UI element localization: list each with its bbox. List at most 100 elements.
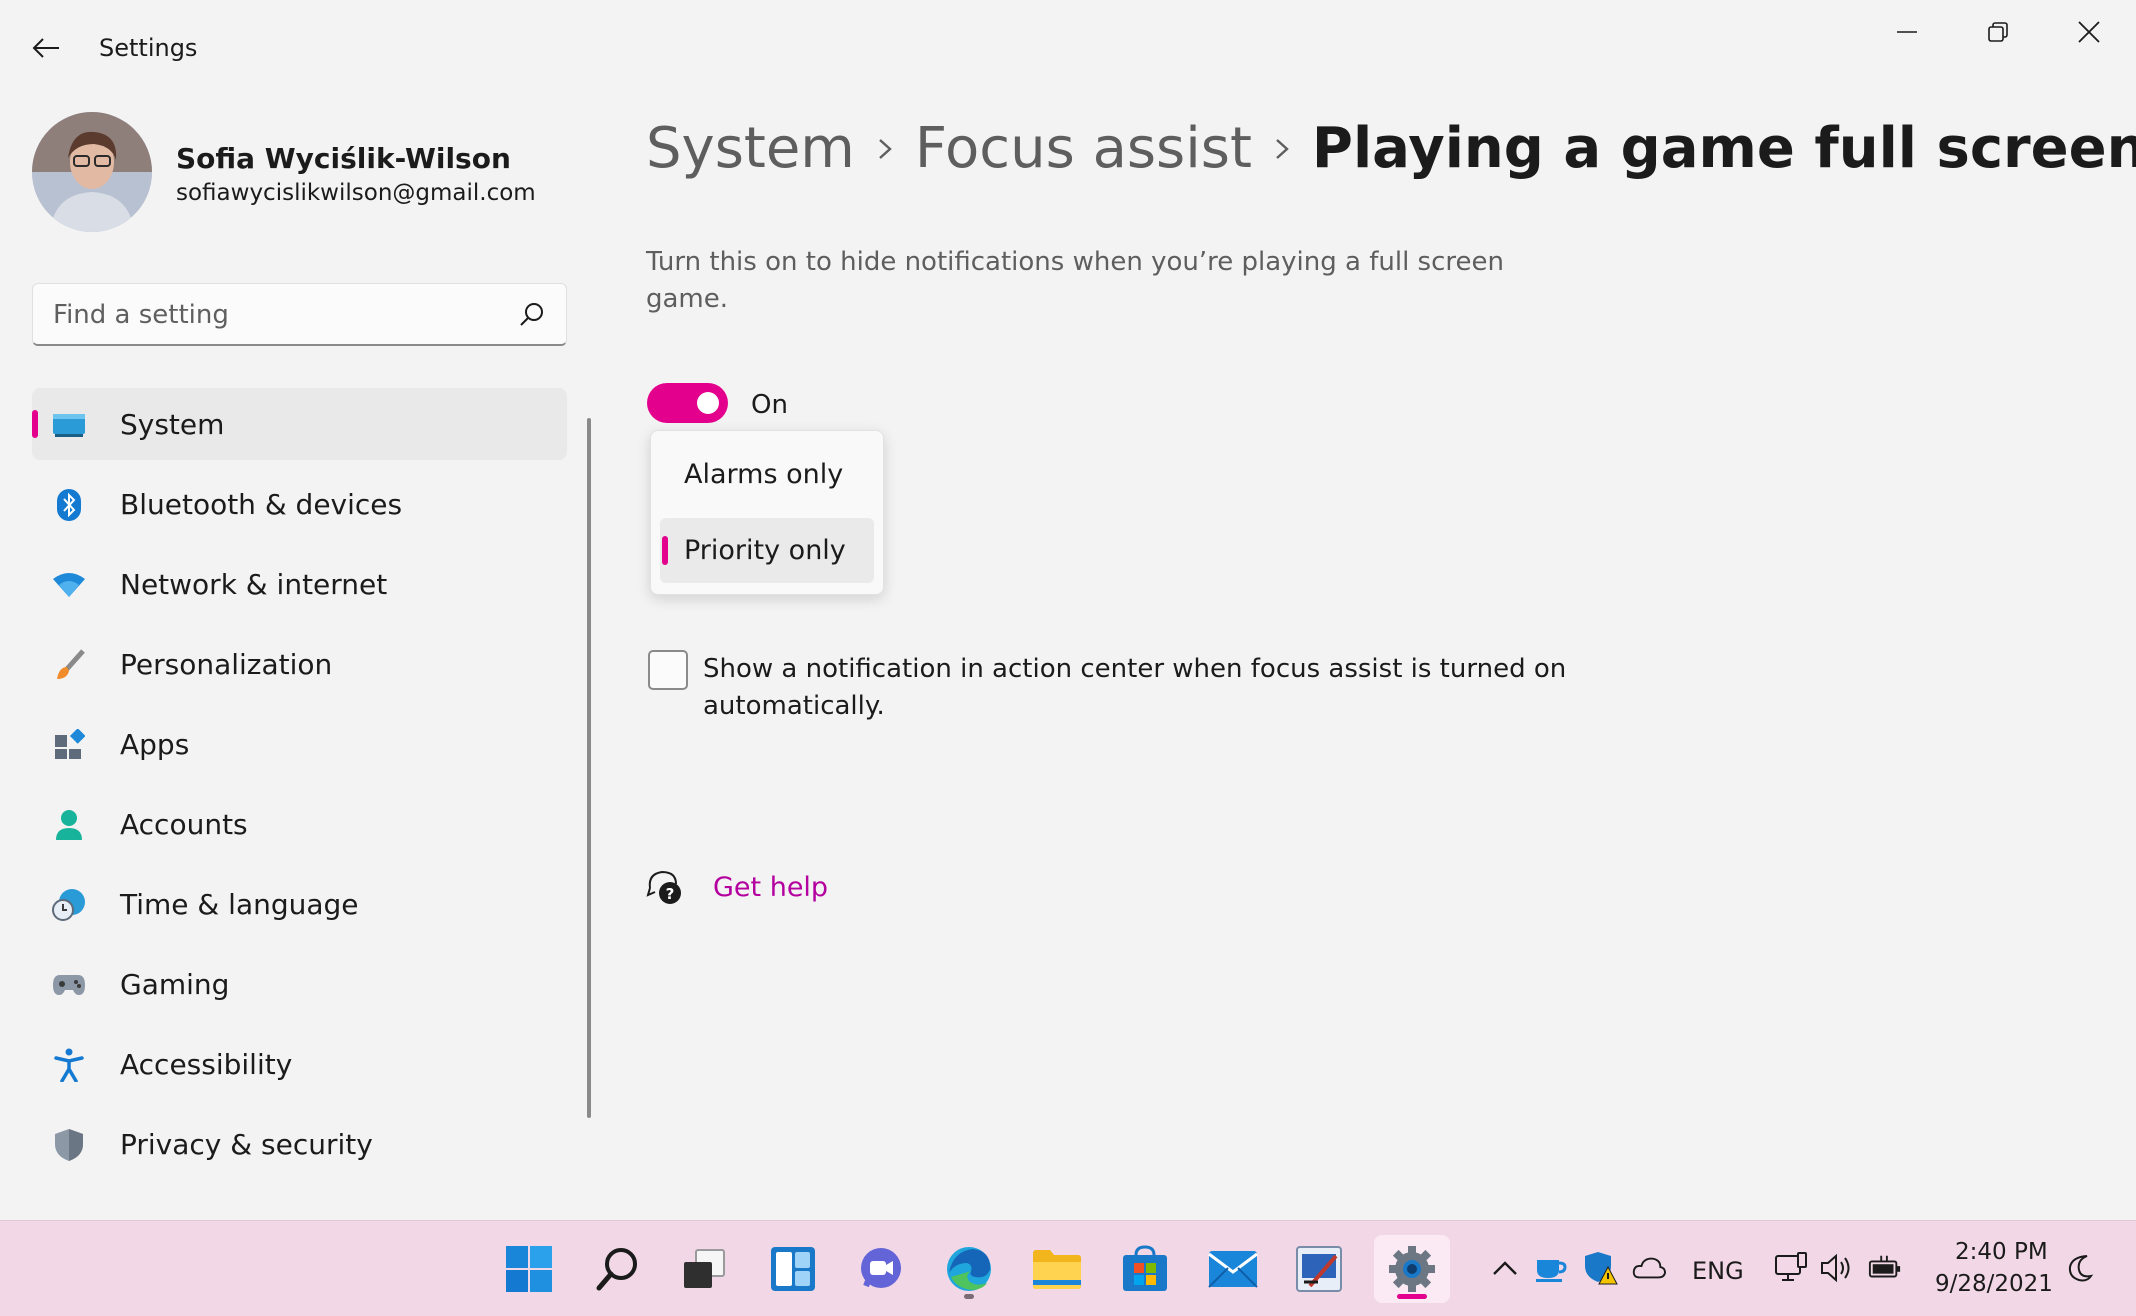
avatar-photo bbox=[32, 112, 152, 232]
task-view-button[interactable] bbox=[670, 1235, 738, 1303]
shield-icon bbox=[52, 1128, 86, 1162]
breadcrumb-system[interactable]: System bbox=[646, 116, 855, 181]
security-warning-icon bbox=[1585, 1252, 1618, 1285]
input-language-indicator[interactable]: ENG bbox=[1692, 1257, 1744, 1285]
clock-date[interactable]: 9/28/2021 bbox=[1935, 1271, 2053, 1297]
edge-button[interactable] bbox=[935, 1235, 1003, 1303]
back-button[interactable] bbox=[22, 24, 70, 72]
sidebar-item-network-internet[interactable]: Network & internet bbox=[32, 548, 567, 620]
active-indicator bbox=[1397, 1294, 1427, 1299]
store-button[interactable] bbox=[1111, 1235, 1179, 1303]
sidebar-item-apps[interactable]: Apps bbox=[32, 708, 567, 780]
battery-charging-icon bbox=[1868, 1255, 1901, 1278]
dropdown-option-alarms-only[interactable]: Alarms only bbox=[660, 442, 874, 507]
person-icon bbox=[52, 808, 86, 842]
file-explorer-button[interactable] bbox=[1023, 1235, 1091, 1303]
search-box[interactable] bbox=[32, 283, 567, 346]
page-title: Playing a game full screen bbox=[1311, 116, 2136, 181]
option-label: Priority only bbox=[684, 535, 846, 566]
tray-security-button[interactable] bbox=[1584, 1251, 1618, 1285]
help-icon: ? bbox=[646, 870, 681, 904]
sidebar-scrollbar[interactable] bbox=[587, 418, 591, 1118]
paintbrush-icon bbox=[52, 648, 86, 682]
tray-volume-button[interactable] bbox=[1820, 1251, 1854, 1285]
focus-assist-tray-button[interactable] bbox=[2064, 1251, 2098, 1285]
search-input[interactable] bbox=[53, 298, 513, 332]
sidebar-item-privacy-security[interactable]: Privacy & security bbox=[32, 1108, 567, 1180]
clock-time[interactable]: 2:40 PM bbox=[1955, 1239, 2048, 1265]
checkbox-label[interactable]: Show a notification in action center whe… bbox=[703, 651, 1583, 725]
minimize-icon bbox=[1897, 31, 1917, 33]
tray-onedrive-button[interactable] bbox=[1632, 1251, 1666, 1285]
sidebar-item-label: Apps bbox=[120, 727, 190, 761]
coffee-cup-icon bbox=[1536, 1260, 1567, 1282]
focus-toggle[interactable] bbox=[647, 383, 728, 423]
moon-icon bbox=[2068, 1255, 2094, 1282]
sidebar-item-label: System bbox=[120, 407, 225, 441]
restore-button[interactable] bbox=[1953, 8, 2043, 56]
sidebar-item-gaming[interactable]: Gaming bbox=[32, 948, 567, 1020]
sidebar-item-label: Gaming bbox=[120, 967, 230, 1001]
sidebar-item-label: Accessibility bbox=[120, 1047, 293, 1081]
sidebar-nav: System Bluetooth & devices Network & int… bbox=[32, 388, 567, 1188]
breadcrumb: System Focus assist Playing a game full … bbox=[646, 116, 2136, 181]
bluetooth-icon bbox=[52, 488, 86, 522]
description-text: Turn this on to hide notifications when … bbox=[646, 247, 1504, 314]
settings-button[interactable] bbox=[1374, 1235, 1450, 1303]
widgets-button[interactable] bbox=[759, 1235, 827, 1303]
sidebar-item-bluetooth-devices[interactable]: Bluetooth & devices bbox=[32, 468, 567, 540]
mail-icon bbox=[1208, 1251, 1258, 1288]
close-button[interactable] bbox=[2044, 8, 2134, 56]
snipping-tool-button[interactable] bbox=[1285, 1235, 1353, 1303]
sidebar-item-label: Personalization bbox=[120, 647, 333, 681]
tray-battery-button[interactable] bbox=[1868, 1251, 1902, 1285]
apps-icon bbox=[52, 728, 86, 762]
chevron-right-icon bbox=[855, 119, 915, 179]
wifi-icon bbox=[52, 568, 86, 602]
tray-network-button[interactable] bbox=[1774, 1251, 1808, 1285]
sidebar-item-personalization[interactable]: Personalization bbox=[32, 628, 567, 700]
sidebar-item-label: Accounts bbox=[120, 807, 248, 841]
accessibility-icon bbox=[52, 1048, 86, 1082]
clock-globe-icon bbox=[52, 888, 86, 922]
get-help-link[interactable]: Get help bbox=[713, 872, 828, 903]
mail-button[interactable] bbox=[1199, 1235, 1267, 1303]
focus-level-dropdown: Alarms only Priority only bbox=[650, 430, 884, 595]
breadcrumb-focus-assist[interactable]: Focus assist bbox=[915, 116, 1252, 181]
cloud-icon bbox=[1632, 1257, 1666, 1279]
show-hidden-icons-button[interactable] bbox=[1488, 1251, 1522, 1285]
network-wired-icon bbox=[1775, 1252, 1807, 1281]
toggle-label: On bbox=[751, 390, 788, 420]
speaker-icon bbox=[1821, 1253, 1850, 1283]
running-indicator bbox=[964, 1294, 974, 1299]
user-email: sofiawycislikwilson@gmail.com bbox=[176, 180, 536, 206]
avatar[interactable] bbox=[32, 112, 152, 232]
dropdown-option-priority-only[interactable]: Priority only bbox=[660, 518, 874, 583]
edge-icon bbox=[947, 1247, 991, 1291]
sidebar-item-label: Bluetooth & devices bbox=[120, 487, 403, 521]
chevron-right-icon bbox=[1252, 119, 1312, 179]
windows-start-icon bbox=[506, 1246, 552, 1292]
file-explorer-icon bbox=[1033, 1250, 1081, 1289]
task-view-icon bbox=[684, 1249, 725, 1288]
tray-caffeine-button[interactable] bbox=[1534, 1251, 1568, 1285]
monitor-icon bbox=[52, 408, 86, 442]
user-name: Sofia Wyciślik-Wilson bbox=[176, 142, 511, 175]
start-button[interactable] bbox=[495, 1235, 563, 1303]
notification-checkbox[interactable] bbox=[648, 650, 688, 690]
sidebar-item-time-language[interactable]: Time & language bbox=[32, 868, 567, 940]
search-icon[interactable] bbox=[516, 300, 546, 330]
taskbar: ENG 2:40 PM 9/28/2021 bbox=[0, 1220, 2136, 1316]
settings-icon bbox=[1389, 1246, 1435, 1292]
minimize-button[interactable] bbox=[1862, 8, 1952, 56]
sidebar-item-accounts[interactable]: Accounts bbox=[32, 788, 567, 860]
sidebar-item-label: Time & language bbox=[120, 887, 359, 921]
store-icon bbox=[1123, 1245, 1167, 1291]
svg-text:?: ? bbox=[666, 885, 675, 903]
sidebar-item-system[interactable]: System bbox=[32, 388, 567, 460]
toggle-knob bbox=[697, 392, 719, 414]
taskbar-search-button[interactable] bbox=[584, 1235, 652, 1303]
sidebar-item-accessibility[interactable]: Accessibility bbox=[32, 1028, 567, 1100]
teams-chat-icon bbox=[861, 1248, 901, 1288]
teams-chat-button[interactable] bbox=[847, 1235, 915, 1303]
